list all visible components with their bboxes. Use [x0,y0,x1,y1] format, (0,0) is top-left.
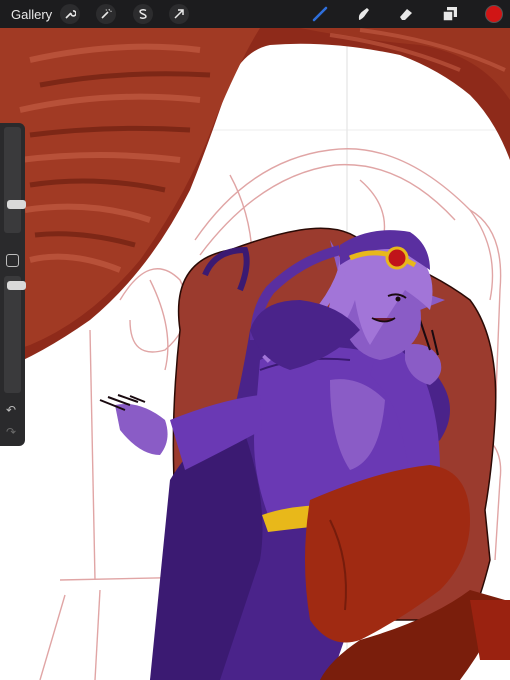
top-toolbar: Gallery [0,0,510,28]
gallery-button[interactable]: Gallery [11,7,52,22]
brush-size-thumb[interactable] [7,200,26,209]
brush-size-slider[interactable] [4,127,26,233]
redo-icon[interactable]: ↷ [6,425,16,439]
left-sidebar: ↶ ↷ [0,123,26,446]
drawing-canvas[interactable] [0,0,510,680]
selection-s-icon[interactable] [133,4,153,24]
color-swatch-button[interactable] [484,4,504,24]
crown-gem [385,246,409,270]
opacity-thumb[interactable] [7,281,26,290]
wrench-icon[interactable] [60,4,80,24]
opacity-slider[interactable] [4,276,26,393]
square-modifier-icon[interactable] [6,254,19,267]
brush-icon[interactable] [310,4,330,24]
undo-icon[interactable]: ↶ [6,403,16,417]
transform-arrow-icon[interactable] [169,4,189,24]
magic-wand-icon[interactable] [96,4,116,24]
eraser-icon[interactable] [396,4,416,24]
smudge-icon[interactable] [353,4,373,24]
layers-icon[interactable] [440,4,460,24]
